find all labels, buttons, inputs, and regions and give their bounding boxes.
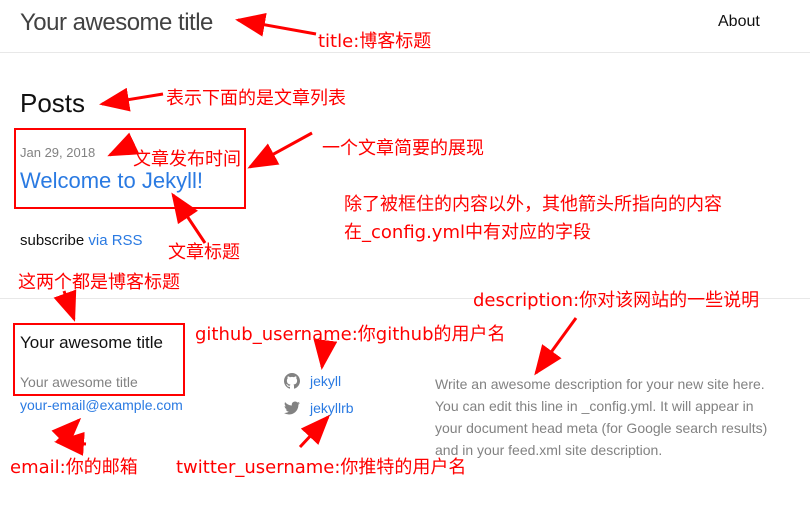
note-twitter: twitter_username:你推特的用户名 bbox=[176, 457, 467, 478]
arrow-summary bbox=[247, 131, 313, 169]
note-github: github_username:你github的用户名 bbox=[195, 324, 506, 345]
site-title[interactable]: Your awesome title bbox=[20, 9, 213, 37]
arrow-both-titles bbox=[53, 289, 77, 322]
note-description: description:你对该网站的一些说明 bbox=[473, 290, 760, 311]
arrow-email-line bbox=[54, 431, 87, 456]
arrow-twitter bbox=[298, 414, 331, 449]
note-title: title:博客标题 bbox=[318, 31, 432, 52]
arrow-posts bbox=[99, 87, 164, 112]
github-username: jekyll bbox=[310, 373, 342, 389]
twitter-username: jekyllrb bbox=[310, 400, 354, 416]
arrow-description bbox=[534, 317, 578, 376]
note-post-title: 文章标题 bbox=[168, 242, 240, 263]
footer-email-link[interactable]: your-email@example.com bbox=[20, 397, 183, 413]
note-both-titles: 这两个都是博客标题 bbox=[18, 272, 180, 293]
subscribe-line: subscribe via RSS bbox=[20, 232, 143, 249]
note-email: email:你的邮箱 bbox=[10, 457, 138, 478]
subscribe-label: subscribe bbox=[20, 232, 85, 249]
footer-title-box bbox=[13, 323, 185, 396]
arrow-github bbox=[313, 338, 338, 370]
note-posts-list: 表示下面的是文章列表 bbox=[166, 88, 346, 109]
twitter-icon bbox=[284, 401, 300, 415]
note-config-1: 除了被框住的内容以外，其他箭头所指向的内容 bbox=[344, 194, 722, 215]
arrow-email bbox=[51, 417, 82, 448]
github-link[interactable]: jekyll bbox=[284, 373, 341, 389]
arrow-title bbox=[235, 12, 317, 37]
note-post-date: 文章发布时间 bbox=[133, 149, 241, 170]
github-icon bbox=[284, 373, 300, 389]
rss-link[interactable]: via RSS bbox=[88, 232, 142, 249]
twitter-link[interactable]: jekyllrb bbox=[284, 400, 354, 416]
posts-heading: Posts bbox=[20, 88, 86, 118]
note-post-summary: 一个文章简要的展现 bbox=[322, 138, 484, 159]
nav-about-link[interactable]: About bbox=[718, 13, 760, 31]
site-description: Write an awesome description for your ne… bbox=[435, 376, 768, 458]
note-config-2: 在_config.yml中有对应的字段 bbox=[344, 222, 591, 243]
